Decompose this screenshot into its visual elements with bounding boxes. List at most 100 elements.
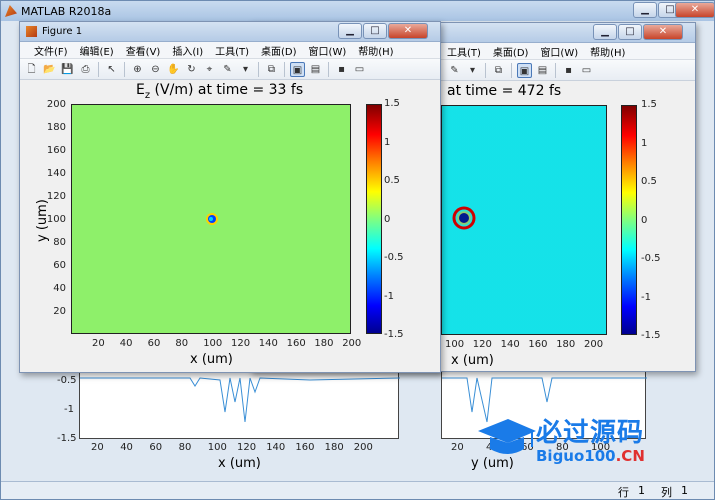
minimize-icon[interactable]: ▁ — [593, 24, 617, 40]
figure-1-menubar: 文件(F) 编辑(E) 查看(V) 插入(I) 工具(T) 桌面(D) 窗口(W… — [20, 42, 440, 59]
dropdown-icon[interactable]: ▾ — [238, 62, 253, 77]
fig2-xtick-3: 160 — [528, 339, 548, 350]
matlab-close-button[interactable]: ✕ — [675, 2, 715, 18]
watermark-logo: 必过源码 Biguo100.CN — [474, 408, 686, 468]
open-file-icon[interactable]: 📂 — [42, 62, 57, 77]
toolbar-separator — [511, 62, 512, 78]
fig2-cbar-tick-1: 1 — [641, 137, 648, 149]
fig1-title-e: E — [136, 82, 145, 98]
status-col-label: 列 — [661, 486, 672, 499]
lower-left-xlabel: x (um) — [218, 456, 261, 471]
hide-plot-tools-icon[interactable]: ▣ — [517, 62, 532, 78]
fig2-menu-desktop[interactable]: 桌面(D) — [487, 44, 535, 59]
insert-legend-icon[interactable]: ▭ — [579, 63, 594, 78]
matlab-titlebar[interactable]: MATLAB R2018a — [1, 1, 714, 21]
fig1-xtick-0: 20 — [92, 338, 105, 349]
figure-1-window: Figure 1 ▁ □ ✕ 文件(F) 编辑(E) 查看(V) 插入(I) 工… — [19, 21, 441, 373]
lower-left-xtick-4: 100 — [207, 442, 227, 453]
menu-desktop[interactable]: 桌面(D) — [255, 43, 303, 58]
figure-1-toolbar: 🗋 📂 💾 ⎙ ↖ ⊕ ⊖ ✋ ↻ ⌖ ✎ ▾ ⧉ ▣ ▤ ▪ ▭ — [20, 59, 440, 80]
lower-right-xtick-0: 20 — [451, 442, 464, 453]
toolbar-separator — [485, 62, 486, 78]
fig1-xtick-6: 140 — [258, 338, 278, 349]
save-icon[interactable]: 💾 — [60, 62, 75, 77]
insert-colorbar-icon[interactable]: ▪ — [334, 62, 349, 77]
zoom-out-icon[interactable]: ⊖ — [148, 62, 163, 77]
fig1-title-rest: (V/m) at time = 33 fs — [150, 82, 304, 98]
lower-left-xtick-2: 60 — [149, 442, 163, 453]
menu-view[interactable]: 查看(V) — [120, 43, 167, 58]
fig2-menu-help[interactable]: 帮助(H) — [584, 44, 631, 59]
fig1-cbar-tick-5: -1 — [384, 290, 394, 302]
minimize-icon[interactable]: ▁ — [633, 2, 657, 18]
fig1-ytick-2: 160 — [46, 145, 66, 156]
insert-legend-icon[interactable]: ▭ — [352, 62, 367, 77]
toolbar-separator — [124, 61, 125, 77]
brush-icon[interactable]: ✎ — [447, 63, 462, 78]
new-figure-icon[interactable]: 🗋 — [24, 62, 39, 77]
rotate-3d-icon[interactable]: ↻ — [184, 62, 199, 77]
fig2-cbar-tick-6: -1.5 — [641, 330, 661, 341]
hide-plot-tools-icon[interactable]: ▣ — [290, 61, 305, 77]
fig2-cbar-tick-2: 0.5 — [641, 176, 657, 187]
show-plot-tools-icon[interactable]: ▤ — [308, 62, 323, 77]
watermark-text-en-main: Biguo100 — [536, 446, 616, 465]
link-plot-icon[interactable]: ⧉ — [491, 63, 506, 78]
fig2-cbar-tick-0: 1.5 — [641, 99, 657, 110]
lower-left-xtick-3: 80 — [178, 442, 192, 453]
fig1-xlabel: x (um) — [190, 352, 233, 367]
fig1-xtick-7: 160 — [286, 338, 306, 349]
fig1-xtick-2: 60 — [147, 338, 161, 349]
edit-plot-arrow-icon[interactable]: ↖ — [104, 62, 119, 77]
print-icon[interactable]: ⎙ — [78, 62, 93, 77]
fig2-xtick-1: 120 — [472, 339, 492, 350]
fig2-xtick-4: 180 — [556, 339, 576, 350]
fig2-plot-title: at time = 472 fs — [447, 83, 562, 99]
lower-left-line-plot — [79, 371, 401, 439]
fig2-menu-window[interactable]: 窗口(W) — [534, 44, 584, 59]
dropdown-icon[interactable]: ▾ — [465, 63, 480, 78]
fig1-ytick-9: 20 — [53, 306, 66, 317]
lower-left-xtick-7: 160 — [295, 442, 315, 453]
maximize-icon[interactable]: □ — [363, 23, 387, 39]
toolbar-separator — [284, 61, 285, 77]
lower-left-ytick-2: -1.5 — [57, 433, 77, 444]
minimize-icon[interactable]: ▁ — [338, 23, 362, 39]
data-cursor-icon[interactable]: ⌖ — [202, 62, 217, 77]
watermark-text-cn: 必过源码 — [536, 417, 645, 448]
fig2-cbar-tick-4: -0.5 — [641, 253, 661, 264]
fig1-ytick-7: 60 — [53, 260, 66, 271]
maximize-icon[interactable]: □ — [618, 24, 642, 40]
fig2-xtick-2: 140 — [500, 339, 520, 350]
lower-left-xtick-8: 180 — [324, 442, 344, 453]
toolbar-separator — [98, 61, 99, 77]
fig2-cbar-tick-5: -1 — [641, 291, 651, 303]
fig1-cbar-tick-2: 0.5 — [384, 175, 400, 186]
watermark-text-en-tld: .CN — [615, 446, 645, 465]
show-plot-tools-icon[interactable]: ▤ — [535, 63, 550, 78]
link-plot-icon[interactable]: ⧉ — [264, 62, 279, 77]
zoom-in-icon[interactable]: ⊕ — [130, 62, 145, 77]
menu-file[interactable]: 文件(F) — [28, 43, 74, 58]
brush-icon[interactable]: ✎ — [220, 62, 235, 77]
fig1-xtick-8: 180 — [314, 338, 334, 349]
lower-left-ytick-1: -1 — [64, 404, 74, 415]
fig1-ytick-0: 200 — [46, 99, 66, 110]
figure-1-title: Figure 1 — [42, 26, 83, 37]
menu-help[interactable]: 帮助(H) — [352, 43, 399, 58]
figure-2-close-button[interactable]: ✕ — [643, 24, 683, 40]
status-row-value: 1 — [638, 484, 645, 497]
menu-window[interactable]: 窗口(W) — [303, 43, 353, 58]
pan-icon[interactable]: ✋ — [166, 62, 181, 77]
insert-colorbar-icon[interactable]: ▪ — [561, 63, 576, 78]
figure-1-close-button[interactable]: ✕ — [388, 23, 428, 39]
menu-tools[interactable]: 工具(T) — [209, 43, 255, 58]
fig2-xlabel: x (um) — [451, 353, 494, 368]
figure-1-window-controls: ▁ □ ✕ — [338, 23, 428, 39]
fig2-xtick-5: 200 — [584, 339, 604, 350]
menu-insert[interactable]: 插入(I) — [166, 43, 209, 58]
fig1-cbar-tick-0: 1.5 — [384, 98, 400, 109]
fig1-cbar-tick-3: 0 — [384, 213, 391, 225]
menu-edit[interactable]: 编辑(E) — [74, 43, 120, 58]
fig2-menu-tools[interactable]: 工具(T) — [441, 44, 487, 59]
